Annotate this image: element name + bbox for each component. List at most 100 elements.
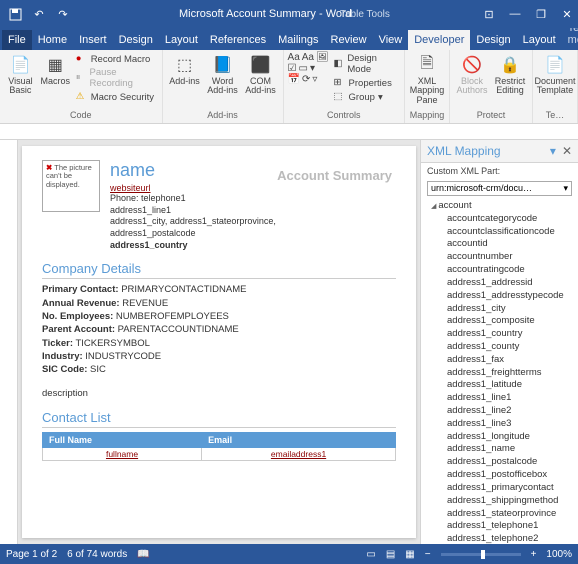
tree-node[interactable]: accountid [431, 238, 574, 251]
group-templates: 📄Document Template Te… [533, 50, 578, 123]
macro-security-button[interactable]: ⚠Macro Security [74, 90, 158, 104]
table-row[interactable]: fullnameemailaddress1 [43, 447, 396, 460]
redo-icon[interactable]: ↷ [54, 5, 72, 23]
tab-developer[interactable]: Developer [408, 30, 470, 50]
zoom-in-button[interactable]: + [531, 549, 537, 560]
legacy-control-icon[interactable]: ▿ [312, 74, 317, 85]
tab-layout[interactable]: Layout [159, 30, 204, 50]
xml-mapping-pane-button[interactable]: 🗎XML Mapping Pane [409, 52, 445, 105]
tree-node[interactable]: address1_fax [431, 354, 574, 367]
tab-home[interactable]: Home [32, 30, 73, 50]
word-count[interactable]: 6 of 74 words [67, 549, 127, 560]
ribbon-options-icon[interactable]: ⊡ [482, 8, 496, 21]
properties-button[interactable]: ⊞Properties [332, 76, 400, 90]
pane-menu-icon[interactable]: ▾ [550, 144, 556, 158]
tree-root-account[interactable]: account [431, 200, 574, 213]
document-template-button[interactable]: 📄Document Template [537, 52, 573, 96]
tree-node[interactable]: address1_latitude [431, 379, 574, 392]
richtext-control-icon[interactable]: Aa [288, 52, 300, 63]
zoom-slider[interactable] [441, 553, 521, 556]
tree-node[interactable]: address1_stateorprovince [431, 508, 574, 521]
tab-view[interactable]: View [373, 30, 409, 50]
horizontal-ruler[interactable] [0, 124, 578, 140]
print-layout-icon[interactable]: ▤ [386, 549, 395, 560]
tree-node[interactable]: accountnumber [431, 251, 574, 264]
tree-node[interactable]: address1_telephone2 [431, 533, 574, 544]
read-mode-icon[interactable]: ▭ [366, 549, 375, 560]
document-area[interactable]: Account Summary ✖ The picture can't be d… [0, 140, 420, 544]
plaintext-control-icon[interactable]: Aa [302, 52, 314, 63]
tree-node[interactable]: address1_addresstypecode [431, 290, 574, 303]
pane-subtitle: Custom XML Part: [421, 163, 578, 179]
tree-node[interactable]: address1_telephone1 [431, 520, 574, 533]
col-email: Email [202, 432, 396, 447]
document-page[interactable]: Account Summary ✖ The picture can't be d… [22, 146, 416, 538]
tab-tabletools-design[interactable]: Design [470, 30, 516, 50]
custom-xml-part-select[interactable]: urn:microsoft-crm/docu…▾ [427, 181, 572, 196]
tab-design[interactable]: Design [113, 30, 159, 50]
pause-recording-button[interactable]: ⏸Pause Recording [74, 66, 158, 90]
tab-file[interactable]: File [2, 30, 32, 50]
visual-basic-button[interactable]: 📄Visual Basic [4, 52, 37, 96]
tree-node[interactable]: address1_primarycontact [431, 482, 574, 495]
tree-node[interactable]: address1_city [431, 303, 574, 316]
dropdown-control-icon[interactable]: ▾ [310, 63, 315, 74]
picture-placeholder[interactable]: ✖ The picture can't be displayed. [42, 160, 100, 212]
page-indicator[interactable]: Page 1 of 2 [6, 549, 57, 560]
com-addins-button[interactable]: ⬛COM Add-ins [243, 52, 279, 96]
macros-button[interactable]: ▦Macros [39, 52, 72, 86]
tab-tabletools-layout[interactable]: Layout [517, 30, 562, 50]
tree-node[interactable]: address1_name [431, 443, 574, 456]
group-button[interactable]: ⬚Group ▾ [332, 90, 400, 104]
tree-node[interactable]: address1_line2 [431, 405, 574, 418]
fullname-cell[interactable]: fullname [43, 447, 202, 460]
tree-node[interactable]: accountclassificationcode [431, 226, 574, 239]
addins-button[interactable]: ⬚Add-ins [167, 52, 203, 86]
combo-control-icon[interactable]: ▭ [299, 63, 308, 74]
title-bar: ↶ ↷ Microsoft Account Summary - Word Tab… [0, 0, 578, 28]
vertical-ruler[interactable] [0, 140, 18, 544]
tab-insert[interactable]: Insert [73, 30, 113, 50]
tab-mailings[interactable]: Mailings [272, 30, 324, 50]
pane-close-icon[interactable]: ✕ [562, 144, 572, 158]
picture-control-icon[interactable]: 🖼 [316, 52, 329, 63]
tree-node[interactable]: address1_country [431, 328, 574, 341]
tab-review[interactable]: Review [325, 30, 373, 50]
restrict-editing-button[interactable]: 🔒Restrict Editing [492, 52, 528, 96]
tree-node[interactable]: address1_shippingmethod [431, 495, 574, 508]
tab-references[interactable]: References [204, 30, 272, 50]
chevron-down-icon: ▾ [563, 183, 568, 194]
spelling-icon[interactable]: 📖 [137, 549, 149, 560]
tree-node[interactable]: address1_composite [431, 315, 574, 328]
tree-node[interactable]: accountcategorycode [431, 213, 574, 226]
design-mode-button[interactable]: ◧Design Mode [332, 52, 400, 76]
tree-node[interactable]: address1_line1 [431, 392, 574, 405]
email-cell[interactable]: emailaddress1 [202, 447, 396, 460]
tree-node[interactable]: address1_postalcode [431, 456, 574, 469]
tree-node[interactable]: address1_line3 [431, 418, 574, 431]
websiteurl-field[interactable]: websiteurl [110, 183, 396, 193]
xml-tree[interactable]: account accountcategorycodeaccountclassi… [421, 198, 578, 544]
group-mapping: 🗎XML Mapping Pane Mapping [405, 50, 450, 123]
tree-node[interactable]: accountratingcode [431, 264, 574, 277]
web-layout-icon[interactable]: ▦ [405, 549, 414, 560]
tree-node[interactable]: address1_longitude [431, 431, 574, 444]
repeating-control-icon[interactable]: ⟳ [302, 74, 310, 85]
tree-node[interactable]: address1_freightterms [431, 367, 574, 380]
block-authors-button[interactable]: 🚫Block Authors [454, 52, 490, 96]
tree-node[interactable]: address1_postofficebox [431, 469, 574, 482]
close-icon[interactable]: ✕ [560, 8, 574, 21]
zoom-level[interactable]: 100% [546, 549, 572, 560]
contact-table[interactable]: Full NameEmail fullnameemailaddress1 [42, 432, 396, 461]
checkbox-control-icon[interactable]: ☑ [288, 63, 297, 74]
restore-icon[interactable]: ❐ [534, 8, 548, 21]
save-icon[interactable] [6, 5, 24, 23]
tree-node[interactable]: address1_addressid [431, 277, 574, 290]
minimize-icon[interactable]: — [508, 8, 522, 21]
undo-icon[interactable]: ↶ [30, 5, 48, 23]
zoom-out-button[interactable]: − [425, 549, 431, 560]
date-control-icon[interactable]: 📅 [288, 74, 300, 85]
word-addins-button[interactable]: 📘Word Add-ins [205, 52, 241, 96]
record-macro-button[interactable]: ●Record Macro [74, 52, 158, 66]
tree-node[interactable]: address1_county [431, 341, 574, 354]
